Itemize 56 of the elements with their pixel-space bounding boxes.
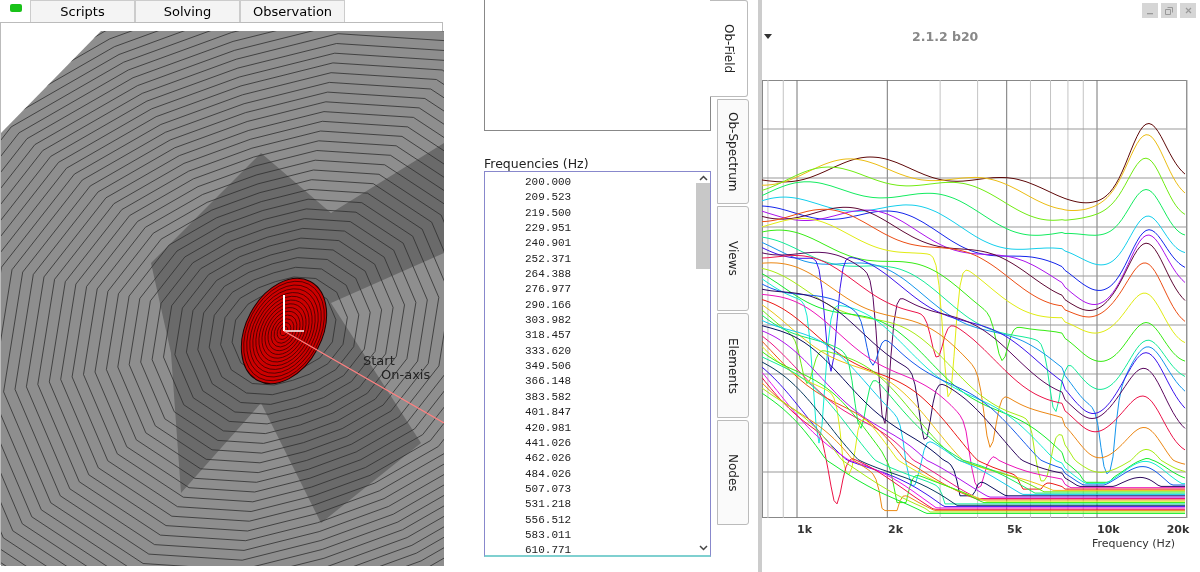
3d-viewport[interactable]: Start On-axis (0, 22, 443, 565)
restore-icon (1165, 6, 1173, 15)
view-label: On-axis (381, 367, 431, 382)
frequency-item[interactable]: 229.951 (485, 221, 696, 237)
side-tab[interactable]: Nodes (717, 420, 749, 525)
scrollbar-thumb[interactable] (696, 183, 710, 269)
close-button[interactable] (1180, 3, 1196, 18)
frequency-item[interactable]: 420.981 (485, 420, 696, 436)
frequencies-label: Frequencies (Hz) (484, 157, 590, 171)
frequency-item[interactable]: 366.148 (485, 374, 696, 390)
scroll-down-icon[interactable] (698, 545, 708, 551)
minimize-button[interactable] (1142, 3, 1158, 18)
frequency-item[interactable]: 556.512 (485, 512, 696, 528)
frequency-item[interactable]: 484.026 (485, 466, 696, 482)
x-tick-label: 20k (1166, 523, 1190, 536)
x-axis-label: Frequency (Hz) (1092, 537, 1175, 550)
side-tab[interactable]: Ob-Field (710, 0, 748, 97)
frequency-item[interactable]: 333.620 (485, 343, 696, 360)
side-tab[interactable]: Elements (717, 313, 749, 418)
frequency-item[interactable]: 583.011 (485, 527, 696, 544)
frequency-item[interactable]: 401.847 (485, 405, 696, 421)
frequency-item[interactable]: 200.000 (485, 175, 696, 191)
x-tick-label: 2k (888, 523, 903, 536)
frequency-item[interactable]: 349.506 (485, 359, 696, 375)
frequency-item[interactable]: 219.500 (485, 205, 696, 222)
frequency-item[interactable]: 441.026 (485, 435, 696, 452)
frequency-item[interactable]: 276.977 (485, 282, 696, 298)
frequency-item[interactable]: 383.582 (485, 389, 696, 406)
dropdown-caret-icon[interactable] (764, 34, 772, 39)
frequency-item[interactable]: 264.388 (485, 267, 696, 283)
version-label: 2.1.2 b20 (912, 28, 979, 46)
view-label: Start (363, 353, 395, 368)
scroll-up-icon[interactable] (698, 175, 708, 181)
minimize-icon (1147, 12, 1153, 15)
side-tab[interactable]: Views (717, 206, 749, 311)
tab[interactable]: Solving (135, 0, 240, 22)
frequency-item[interactable]: 462.026 (485, 451, 696, 467)
frequency-list[interactable]: 200.000 209.523 219.500 229.951 240.901 252.371 264.388 276.977 290.166 303.982 318.457 333.620 349.506 366.148 383.582 401.847 420.981 441.026 462.026 484.026 507.073 531.218 556.512 583.011 610.771 (484, 171, 711, 557)
side-tab[interactable]: Ob-Spectrum (717, 99, 749, 204)
close-icon (1184, 7, 1192, 14)
frequency-item[interactable]: 252.371 (485, 251, 696, 268)
x-tick-label: 5k (1007, 523, 1022, 536)
x-tick-label: 10k (1097, 523, 1120, 536)
frequency-item[interactable]: 610.771 (485, 543, 696, 559)
frequency-item[interactable]: 290.166 (485, 297, 696, 314)
frequency-item[interactable]: 507.073 (485, 481, 696, 498)
status-led-icon (10, 4, 22, 12)
tab[interactable]: Scripts (30, 0, 135, 22)
frequency-item[interactable]: 303.982 (485, 313, 696, 329)
frequency-item[interactable]: 318.457 (485, 328, 696, 344)
restore-button[interactable] (1161, 3, 1177, 18)
tab[interactable]: Observation (240, 0, 345, 22)
frequency-item[interactable]: 531.218 (485, 497, 696, 513)
frequency-item[interactable]: 240.901 (485, 236, 696, 252)
frequency-item[interactable]: 209.523 (485, 190, 696, 206)
x-tick-label: 1k (797, 523, 812, 536)
